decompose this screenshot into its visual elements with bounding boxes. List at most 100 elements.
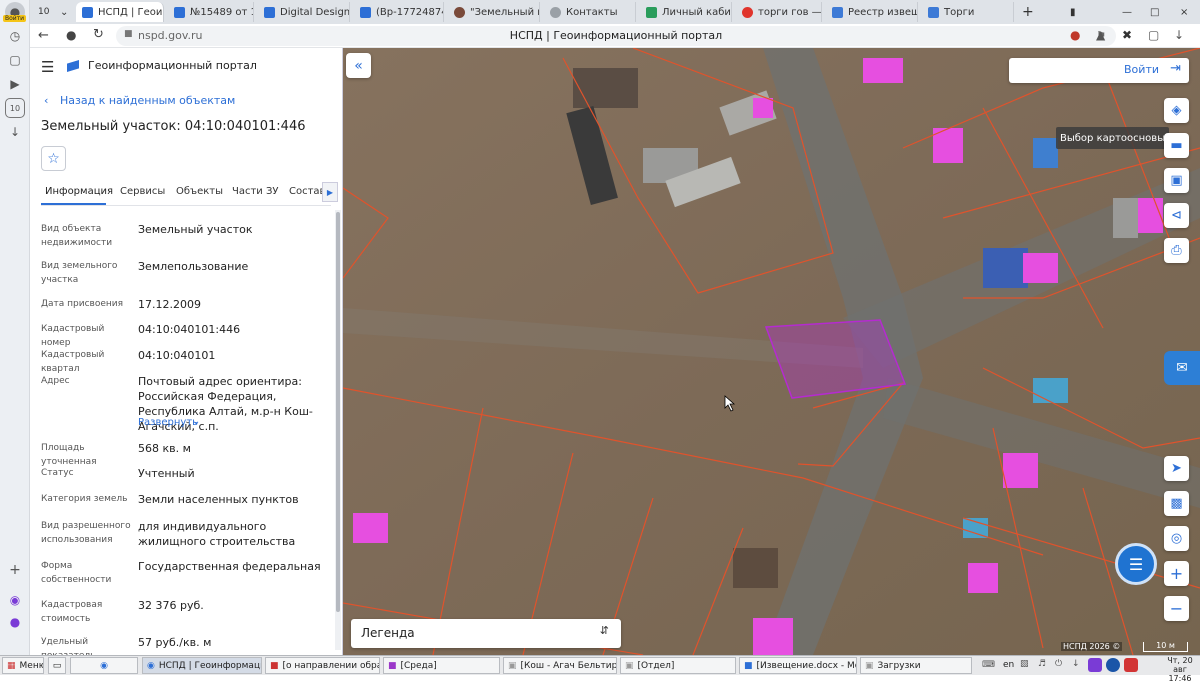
collapse-panel-button[interactable]: « <box>346 53 371 78</box>
extension-icon[interactable]: ◉ <box>5 590 25 610</box>
privacy-icon[interactable]: ● <box>66 28 76 42</box>
volume-icon[interactable]: ♬ <box>1038 659 1046 669</box>
language-indicator[interactable]: en <box>1003 660 1014 670</box>
registry-favicon-icon <box>832 6 843 18</box>
browser-launcher-icon[interactable]: ◉ <box>70 657 138 674</box>
zoom-in-button[interactable]: + <box>1164 561 1189 586</box>
network-icon[interactable]: ▧ <box>1020 659 1029 669</box>
portal-title: Геоинформационный портал <box>88 59 257 72</box>
print-icon[interactable]: ⎙ <box>1164 238 1189 263</box>
minimize-icon[interactable]: — <box>1116 2 1134 22</box>
feedback-chat-icon[interactable]: ✉ <box>1164 351 1200 385</box>
tab-nspd[interactable]: НСПД | Геоинф× <box>76 2 164 22</box>
tab-information[interactable]: Информация <box>45 186 113 197</box>
compass-icon[interactable]: ◎ <box>1164 526 1189 551</box>
layers-icon[interactable]: ◈ <box>1164 98 1189 123</box>
map-view[interactable]: « Войти ⇥ ◈ Выбор картоосновы ▬ ▣ ⊲ ⎙ ✉ … <box>343 48 1200 655</box>
tab-7[interactable]: Личный кабинет <box>640 2 732 22</box>
show-desktop-icon[interactable]: ▭ <box>48 657 66 674</box>
tab-2[interactable]: №15489 от 19.08. <box>168 2 254 22</box>
tabs-divider <box>41 205 331 206</box>
minimap-icon[interactable]: ▩ <box>1164 491 1189 516</box>
doc-favicon-icon <box>264 6 275 18</box>
folder-icon: ▣ <box>865 660 874 671</box>
select-area-icon[interactable]: ▣ <box>1164 168 1189 193</box>
tab-counter-icon[interactable]: 10 <box>5 98 25 118</box>
building-roof-pink <box>753 98 773 118</box>
tab-4[interactable]: (Вр-17724874) И <box>354 2 444 22</box>
building <box>1113 198 1138 238</box>
tab-services[interactable]: Сервисы <box>120 186 165 197</box>
tab-9[interactable]: Реестр извещени <box>826 2 918 22</box>
tab-list-chevron-icon[interactable]: ⌄ <box>54 2 70 22</box>
tab-8[interactable]: торги гов — Янд <box>736 2 822 22</box>
building-roof-pink <box>968 563 998 593</box>
new-tab-button[interactable]: + <box>1016 2 1036 22</box>
assistant-icon[interactable]: ● <box>5 612 25 632</box>
extension-x-icon[interactable]: ✖ <box>1122 28 1132 42</box>
play-icon[interactable]: ▶ <box>5 74 25 94</box>
ruler-icon[interactable]: ▬ <box>1164 133 1189 158</box>
expand-chevron-icon[interactable]: ⌄ <box>192 416 200 427</box>
tab-parts[interactable]: Части ЗУ <box>232 186 279 197</box>
add-icon[interactable]: + <box>5 560 25 580</box>
login-button[interactable]: Войти ⇥ <box>1009 58 1189 83</box>
taskbar-window-nspd[interactable]: ◉НСПД | Геоинформацио... <box>142 657 262 674</box>
document-icon: ■ <box>744 660 753 671</box>
bookmark-window-icon[interactable]: ▮ <box>1064 2 1082 22</box>
collections-icon[interactable]: ▢ <box>5 50 25 70</box>
taskbar-window-6[interactable]: ■[Извещение.docx - Мой... <box>739 657 857 674</box>
tab-objects[interactable]: Объекты <box>176 186 223 197</box>
close-window-icon[interactable]: × <box>1174 2 1192 22</box>
clock[interactable]: Чт, 20 авг 17:46 <box>1160 656 1200 683</box>
keyboard-icon[interactable]: ⌨ <box>982 660 995 670</box>
extension-red-icon[interactable]: ● <box>1070 28 1080 42</box>
reload-icon[interactable]: ↻ <box>93 27 104 42</box>
panel-scrollbar-thumb[interactable] <box>336 212 340 612</box>
tabs-scroll-right-icon[interactable]: ▶ <box>322 182 338 202</box>
favorite-star-icon[interactable]: ☆ <box>41 146 66 171</box>
locate-icon[interactable]: ➤ <box>1164 456 1189 481</box>
building-roof-pink <box>1023 253 1058 283</box>
tray-arrow-icon[interactable]: ↓ <box>1072 659 1080 669</box>
url-field[interactable]: ■ nspd.gov.ru НСПД | Геоинформационный п… <box>116 26 1116 46</box>
back-link[interactable]: Назад к найденным объектам <box>60 94 235 107</box>
taskbar-window-5[interactable]: ▣ [Отдел] <box>620 657 736 674</box>
tab-composition[interactable]: Состав <box>289 186 325 197</box>
taskbar-window-2[interactable]: ■[о направлении обраще... <box>265 657 380 674</box>
panel-scrollbar[interactable] <box>335 210 341 650</box>
tab-count[interactable]: 10 <box>32 2 52 22</box>
zoom-out-button[interactable]: − <box>1164 596 1189 621</box>
maximize-icon[interactable]: □ <box>1144 2 1162 22</box>
tab-6[interactable]: Контакты <box>544 2 636 22</box>
menu-icon[interactable]: ☰ <box>41 58 54 76</box>
back-chevron-icon[interactable]: ‹ <box>44 94 48 107</box>
share-icon[interactable]: ⊲ <box>1164 203 1189 228</box>
start-menu-button[interactable]: ▦ Меню <box>2 657 44 674</box>
hp-icon[interactable] <box>1106 658 1120 672</box>
downloads-bar-icon[interactable]: ↓ <box>1174 28 1184 42</box>
power-icon[interactable]: ⏻ <box>1055 659 1062 669</box>
tray-app-icon[interactable] <box>1088 658 1102 672</box>
downloads-icon[interactable]: ↓ <box>5 122 25 142</box>
building-roof-blue <box>1033 378 1068 403</box>
taskbar-window-7[interactable]: ▣ Загрузки <box>860 657 972 674</box>
tab-3[interactable]: Digital Design We <box>258 2 350 22</box>
chat-assistant-button[interactable]: ☰ <box>1115 543 1157 585</box>
tab-5[interactable]: "Земельный коде <box>448 2 540 22</box>
extension-hat-icon[interactable]: ▲ <box>1096 28 1105 42</box>
profile-login-badge: Войти <box>3 15 27 22</box>
taskbar-window-3[interactable]: ■ [Среда] <box>383 657 500 674</box>
page-title: НСПД | Геоинформационный портал <box>509 29 723 42</box>
back-icon[interactable]: ← <box>38 28 49 43</box>
taskbar-window-4[interactable]: ▣[Кош - Агач Бельтир 446] <box>503 657 617 674</box>
building-roof-pink <box>863 58 903 83</box>
portal-logo-icon <box>67 60 79 72</box>
browser-sidebar: ● Войти ◷ ▢ ▶ 10 ↓ + ◉ ● <box>0 0 30 655</box>
expand-address-link[interactable]: Развернуть <box>138 417 198 428</box>
extension-box-icon[interactable]: ▢ <box>1148 28 1159 42</box>
tray-red-app-icon[interactable] <box>1124 658 1138 672</box>
history-icon[interactable]: ◷ <box>5 26 25 46</box>
tab-10[interactable]: Торги <box>922 2 1014 22</box>
legend-toggle[interactable]: Легенда ⇵ <box>351 619 621 648</box>
